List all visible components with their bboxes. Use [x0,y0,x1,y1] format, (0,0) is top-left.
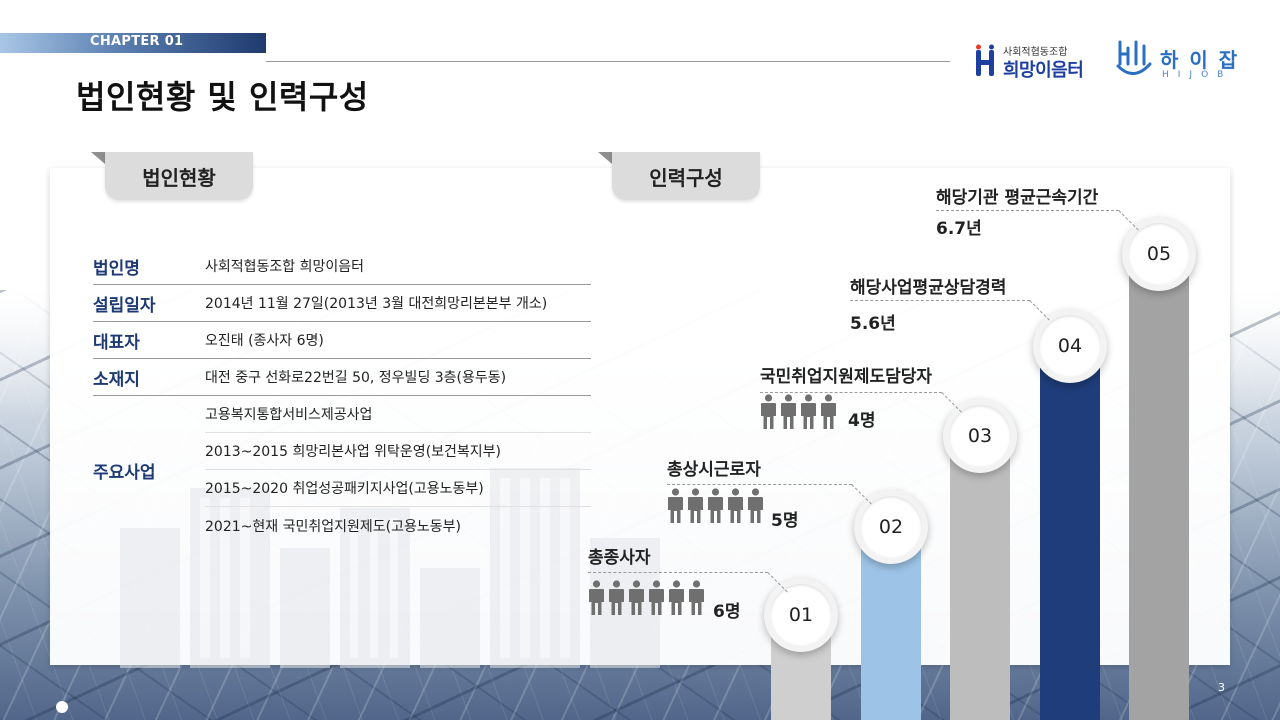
row-label: 설립일자 [93,295,156,316]
business-label: 주요사업 [93,462,156,483]
hijob-logo-icon [1116,40,1152,75]
step-bar-03 [950,436,1010,720]
step-value-03: 4명 [848,411,876,431]
business-item: 2013~2015 희망리본사업 위탁운영(보건복지부) [205,433,591,470]
step-label-04: 해당사업평균상담경력 [850,278,1007,298]
tab-fold-right [598,152,612,164]
row-label: 법인명 [93,258,140,279]
row-value: 오진태 (종사자 6명) [205,333,324,349]
page-number: 3 [1218,681,1225,694]
tab-fold-left [91,152,105,164]
step-value-01: 6명 [713,602,741,622]
step-label-03: 국민취업지원제도담당자 [760,367,933,387]
row-label: 대표자 [93,332,140,353]
step-number: 02 [878,516,904,538]
step-number: 05 [1146,243,1172,265]
business-item: 고용복지통합서비스제공사업 [205,396,591,433]
step-number: 04 [1057,335,1083,357]
step-circle-03: 03 [943,399,1017,473]
business-item: 2021~현재 국민취업지원제도(고용노동부) [205,518,461,535]
person-icon [588,580,605,616]
table-row: 법인명 사회적협동조합 희망이음터 [93,248,591,285]
step-value-04: 5.6년 [850,314,896,334]
step-value-05: 6.7년 [936,219,982,239]
people-icons-02 [667,488,764,524]
leader-line [760,392,942,393]
step-number: 03 [967,425,993,447]
step-label-02: 총상시근로자 [667,460,761,480]
person-icon [727,488,744,524]
step-number: 01 [788,604,814,626]
page-title: 법인현황 및 인력구성 [76,78,369,116]
row-value: 대전 중구 선화로22번길 50, 정우빌딩 3층(용두동) [205,370,507,386]
person-icon [707,488,724,524]
hijob-logo: 하 이 잡 HIJOB [1114,38,1237,82]
leader-line [588,572,768,573]
hope-logo-name: 희망이음터 [1003,60,1084,81]
person-icon [747,488,764,524]
person-icon [648,580,665,616]
step-label-01: 총종사자 [588,548,651,568]
row-value: 2014년 11월 27일(2013년 3월 대전희망리본본부 개소) [205,296,548,312]
person-icon [688,580,705,616]
leader-line [667,484,852,485]
table-row: 설립일자 2014년 11월 27일(2013년 3월 대전희망리본본부 개소) [93,285,591,322]
person-icon [780,394,797,430]
person-icon [608,580,625,616]
leader-line [850,300,1030,301]
leader-line [936,210,1119,211]
header-divider [266,61,950,62]
decor-dot [56,701,68,713]
person-icon [760,394,777,430]
step-circle-01: 01 [764,578,838,652]
business-row: 주요사업 고용복지통합서비스제공사업 2013~2015 희망리본사업 위탁운영… [93,396,591,544]
row-label: 소재지 [93,369,140,390]
step-circle-02: 02 [854,490,928,564]
person-icon [687,488,704,524]
business-item: 2015~2020 취업성공패키지사업(고용노동부) [205,470,591,507]
person-icon [820,394,837,430]
people-icons-01 [588,580,705,616]
person-icon [628,580,645,616]
row-value: 사회적협동조합 희망이음터 [205,259,365,275]
hope-logo: 사회적협동조합 희망이음터 [975,42,1105,82]
tab-workforce: 인력구성 [612,152,760,200]
person-icon [668,580,685,616]
table-row: 대표자 오진태 (종사자 6명) [93,322,591,359]
step-label-05: 해당기관 평균근속기간 [936,188,1099,208]
chapter-label: CHAPTER 01 [90,34,184,49]
hope-logo-icon [976,44,994,76]
tab-corporation: 법인현황 [105,152,253,200]
business-list: 고용복지통합서비스제공사업 2013~2015 희망리본사업 위탁운영(보건복지… [205,396,591,544]
table-row: 소재지 대전 중구 선화로22번길 50, 정우빌딩 3층(용두동) [93,359,591,396]
step-circle-04: 04 [1033,309,1107,383]
step-circle-05: 05 [1122,217,1196,291]
hijob-logo-subtitle: HIJOB [1162,70,1233,80]
person-icon [667,488,684,524]
people-icons-03 [760,394,837,430]
person-icon [800,394,817,430]
step-bar-04 [1040,346,1100,720]
step-bar-05 [1129,254,1189,720]
hijob-logo-name: 하 이 잡 [1160,48,1240,72]
step-value-02: 5명 [771,511,799,531]
corporation-table: 법인명 사회적협동조합 희망이음터 설립일자 2014년 11월 27일(201… [93,248,591,544]
